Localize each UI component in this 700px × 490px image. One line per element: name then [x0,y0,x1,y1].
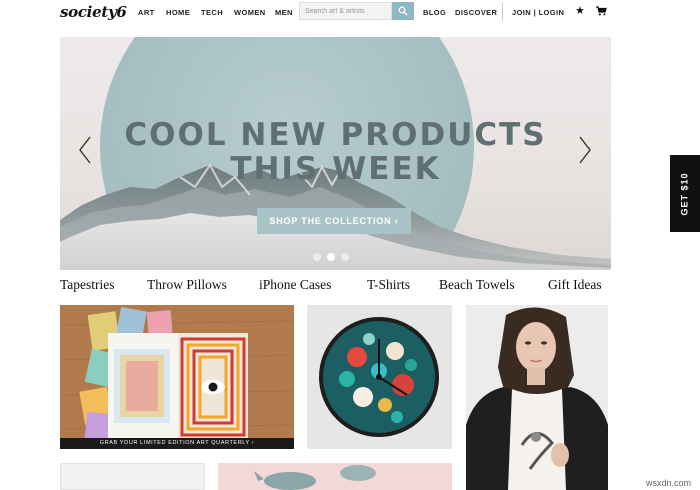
category-throw-pillows[interactable]: Throw Pillows [147,277,227,293]
watermark: wsxdn.com [646,478,692,488]
product-tile-bottom-center[interactable] [218,463,452,490]
chevron-left-icon[interactable] [78,135,92,165]
art-quarterly-caption: GRAB YOUR LIMITED EDITION ART QUARTERLY … [60,438,294,449]
t-shirt-model-tile[interactable] [466,305,608,490]
site-header: society6 ART HOME TECH WOMEN MEN BLOG DI… [0,0,700,24]
category-iphone-cases[interactable]: iPhone Cases [259,277,331,293]
whale-image [218,463,452,490]
nav-art[interactable]: ART [138,8,155,17]
get-10-tab[interactable]: GET $10 [670,155,700,232]
category-beach-towels[interactable]: Beach Towels [439,277,515,293]
nav-blog[interactable]: BLOG [423,8,446,17]
header-divider [502,2,503,21]
t-shirt-model-image [466,305,608,490]
slide-indicators [313,253,349,261]
search-icon [398,6,408,16]
category-t-shirts[interactable]: T-Shirts [367,277,410,293]
search-button[interactable] [392,2,414,20]
category-tapestries[interactable]: Tapestries [60,277,115,293]
nav-discover[interactable]: DISCOVER [455,8,497,17]
site-logo[interactable]: society6 [60,3,127,21]
slide-dot[interactable] [341,253,349,261]
category-links: Tapestries Throw Pillows iPhone Cases T-… [60,277,615,295]
chevron-right-icon[interactable] [578,135,592,165]
nav-men[interactable]: MEN [275,8,293,17]
get-10-label: GET $10 [680,171,690,216]
category-gift-ideas[interactable]: Gift Ideas [548,277,602,293]
nav-women[interactable]: WOMEN [234,8,266,17]
slide-dot-active[interactable] [327,253,335,261]
art-quarterly-image [60,305,294,449]
art-quarterly-tile[interactable]: GRAB YOUR LIMITED EDITION ART QUARTERLY … [60,305,294,449]
slide-dot[interactable] [313,253,321,261]
wall-clock-tile[interactable] [307,305,452,449]
hero-title-line1: COOL NEW PRODUCTS [124,117,547,153]
wall-clock-image [307,305,452,449]
search-input[interactable] [299,2,392,20]
star-icon[interactable]: ★ [575,4,585,17]
join-login-link[interactable]: JOIN | LOGIN [512,8,564,17]
shop-collection-button[interactable]: SHOP THE COLLECTION › [257,208,411,234]
search-box [299,2,415,20]
hero-banner[interactable]: COOL NEW PRODUCTS THIS WEEK SHOP THE COL… [60,37,611,270]
hero-title-line2: THIS WEEK [230,151,441,187]
cart-icon[interactable] [596,6,607,16]
nav-home[interactable]: HOME [166,8,190,17]
nav-tech[interactable]: TECH [201,8,223,17]
product-tile-bottom-left[interactable] [60,463,205,490]
